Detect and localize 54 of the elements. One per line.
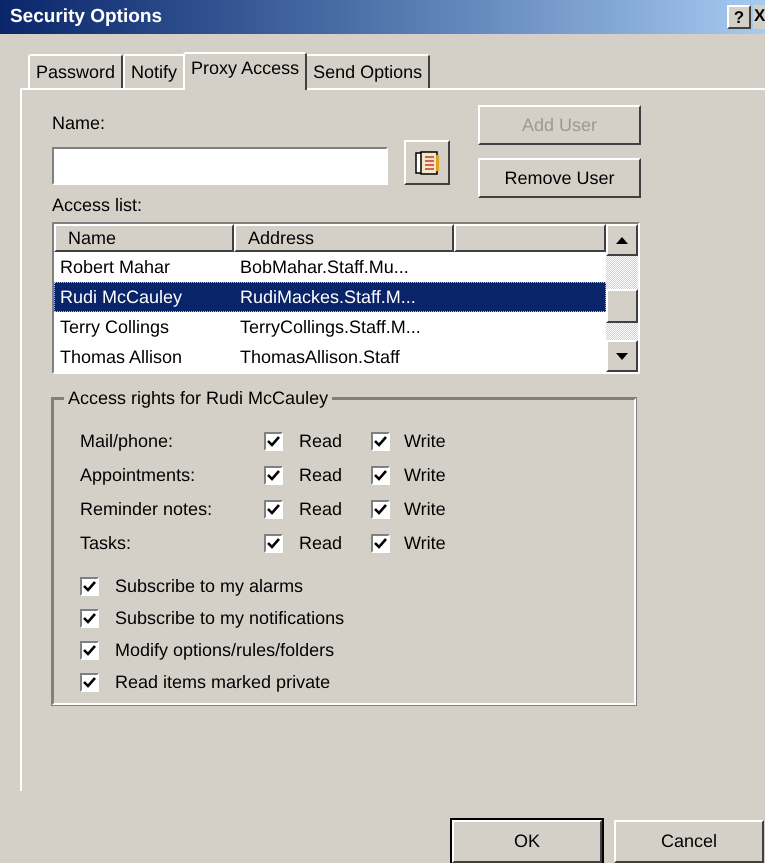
checkbox[interactable] — [80, 640, 99, 660]
tab[interactable]: Proxy Access — [183, 52, 308, 90]
tab[interactable]: Password — [28, 54, 124, 88]
checkbox[interactable] — [371, 500, 390, 518]
checkbox-label: Read — [298, 498, 344, 520]
checkbox[interactable] — [371, 466, 390, 484]
checkbox[interactable] — [371, 534, 390, 552]
address-book-button[interactable] — [404, 140, 450, 185]
checkbox[interactable] — [264, 500, 283, 518]
scroll-down-button[interactable] — [606, 340, 638, 372]
button[interactable]: Remove User — [478, 158, 641, 198]
checkbox[interactable] — [264, 466, 283, 484]
close-button[interactable]: X — [753, 5, 765, 29]
checkbox-label: Write — [403, 498, 446, 520]
list-row[interactable]: Terry Collings TerryCollings.Staff.M... — [54, 312, 606, 342]
row-label: Mail/phone: — [80, 430, 174, 453]
checkbox-label: Subscribe to my alarms — [115, 574, 304, 598]
checkbox-label: Write — [403, 430, 446, 452]
list-row[interactable]: Robert Mahar BobMahar.Staff.Mu... — [54, 252, 606, 282]
help-button[interactable]: ? — [727, 5, 751, 29]
dialog-button[interactable]: OK — [452, 820, 602, 863]
row-label: Tasks: — [80, 532, 132, 554]
checkbox-label: Read — [298, 532, 344, 554]
list-row[interactable]: Thomas Allison ThomasAllison.Staff — [54, 342, 606, 372]
row-label: Appointments: — [80, 464, 196, 487]
window-title: Security Options — [10, 4, 162, 29]
checkbox[interactable] — [80, 576, 99, 596]
field-label: Name: — [52, 112, 106, 134]
scroll-up-button[interactable] — [606, 224, 638, 256]
checkbox-label: Subscribe to my notifications — [115, 606, 344, 630]
checkbox-label: Read — [298, 464, 344, 486]
list-row[interactable]: Rudi McCauley RudiMackes.Staff.M... — [54, 282, 606, 312]
checkbox-label: Modify options/rules/folders — [115, 638, 334, 662]
checkbox[interactable] — [264, 432, 283, 450]
checkbox[interactable] — [264, 534, 283, 552]
address-book-icon — [413, 148, 441, 176]
down-arrow-icon — [616, 352, 628, 360]
checkbox[interactable] — [80, 608, 99, 628]
up-arrow-icon — [616, 236, 628, 244]
checkbox-label: Write — [403, 464, 446, 486]
dialog-button[interactable]: Cancel — [614, 820, 764, 863]
column-header[interactable]: Name — [54, 224, 234, 252]
row-label: Reminder notes: — [80, 498, 214, 520]
checkbox[interactable] — [80, 672, 99, 692]
checkbox[interactable] — [371, 432, 390, 450]
checkbox-label: Write — [403, 532, 446, 554]
checkbox-label: Read — [298, 430, 344, 452]
field-label: Access list: — [52, 194, 144, 216]
scroll-thumb[interactable] — [606, 289, 638, 323]
column-header[interactable]: Address — [234, 224, 454, 252]
tab[interactable]: Send Options — [305, 54, 430, 88]
tab[interactable]: Notify — [123, 54, 186, 88]
checkbox-label: Read items marked private — [115, 670, 330, 694]
name-field[interactable] — [52, 147, 388, 185]
